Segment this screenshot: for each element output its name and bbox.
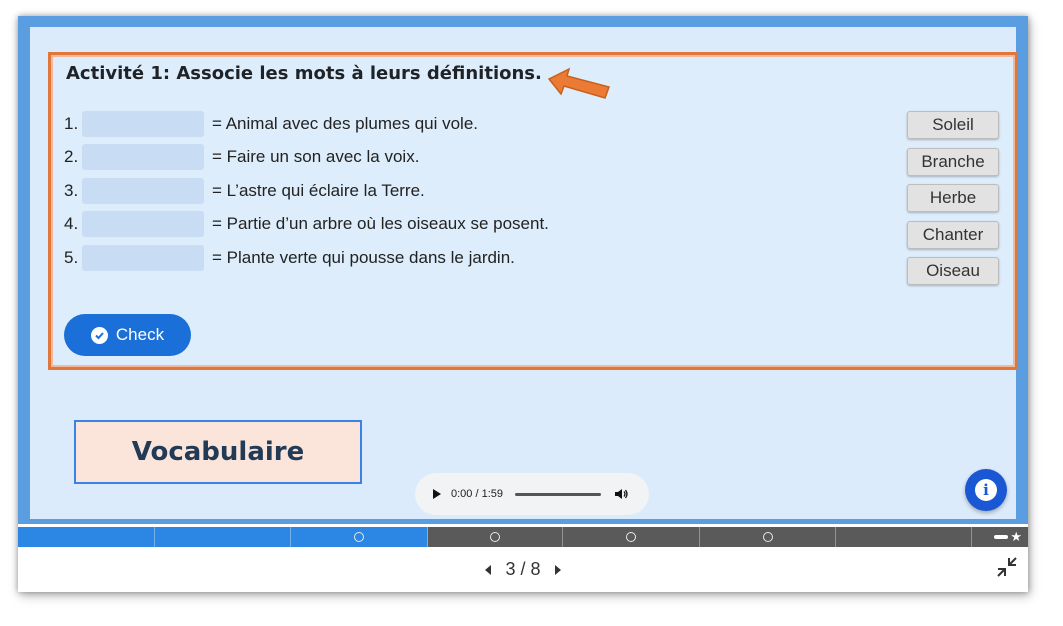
bar-icon [994, 535, 1009, 539]
list-item: 4. = Partie d’un arbre où les oiseaux se… [64, 208, 549, 242]
drop-zone[interactable] [82, 211, 204, 238]
check-label: Check [115, 325, 165, 344]
draggable-word-chanter[interactable]: Chanter [907, 220, 999, 249]
definition-list: 1. = Animal avec des plumes qui vole. 2.… [64, 107, 549, 275]
activity-panel: Activité 1: Associe les mots à leurs déf… [48, 52, 1018, 370]
star-icon: ★ [1010, 529, 1022, 545]
info-button[interactable]: i [965, 469, 1007, 511]
progress-segment-8[interactable]: ★ [972, 527, 1028, 547]
item-number: 2. [64, 147, 79, 167]
word-bank: Soleil Branche Herbe Chanter Oiseau [907, 111, 999, 294]
presentation-frame: Activité 1: Associe les mots à leurs déf… [18, 16, 1028, 592]
list-item: 3. = L’astre qui éclaire la Terre. [64, 174, 549, 208]
audio-seek-bar[interactable] [515, 492, 601, 496]
previous-slide-icon[interactable] [485, 564, 492, 575]
definition-text: = L’astre qui éclaire la Terre. [212, 180, 425, 200]
slide-content: Activité 1: Associe les mots à leurs déf… [30, 27, 1018, 519]
circle-icon [762, 532, 773, 542]
next-slide-icon[interactable] [554, 564, 561, 575]
definition-text: = Plante verte qui pousse dans le jardin… [212, 247, 515, 267]
activity-title: Activité 1: Associe les mots à leurs déf… [66, 63, 542, 84]
slide-navigation: 3 / 8 [18, 547, 1028, 592]
circle-icon [490, 532, 500, 542]
collapse-icon[interactable] [996, 556, 1018, 578]
progress-segment-7[interactable] [836, 527, 972, 547]
drop-zone[interactable] [82, 144, 204, 171]
definition-text: = Animal avec des plumes qui vole. [212, 113, 479, 133]
item-number: 3. [64, 180, 79, 200]
list-item: 2. = Faire un son avec la voix. [64, 141, 549, 175]
draggable-word-herbe[interactable]: Herbe [907, 184, 999, 212]
progress-segment-5[interactable] [563, 527, 700, 547]
slide-progress-bar: ★ [18, 527, 1028, 547]
info-icon: i [975, 479, 997, 501]
draggable-word-oiseau[interactable]: Oiseau [907, 257, 999, 285]
definition-text: = Partie d’un arbre où les oiseaux se po… [212, 214, 549, 234]
progress-segment-1[interactable] [18, 527, 155, 547]
audio-player: 0:00 / 1:59 [415, 473, 649, 515]
progress-segment-4[interactable] [428, 527, 563, 547]
check-button[interactable]: Check [64, 314, 191, 356]
vocabulaire-button[interactable]: Vocabulaire [74, 420, 362, 484]
item-number: 5. [64, 247, 79, 267]
checkmark-circle-icon [90, 326, 108, 344]
drop-zone[interactable] [82, 110, 204, 137]
circle-icon [354, 532, 364, 542]
page-indicator: 3 / 8 [505, 559, 541, 579]
circle-icon [626, 532, 636, 542]
item-number: 4. [64, 214, 79, 234]
volume-icon[interactable] [615, 488, 629, 500]
list-item: 1. = Animal avec des plumes qui vole. [64, 107, 549, 141]
progress-segment-2[interactable] [155, 527, 291, 547]
drop-zone[interactable] [82, 177, 204, 204]
progress-segment-6[interactable] [700, 527, 836, 547]
draggable-word-branche[interactable]: Branche [907, 147, 999, 176]
slide-stage: Activité 1: Associe les mots à leurs déf… [18, 16, 1028, 524]
play-icon[interactable] [433, 489, 441, 499]
audio-time: 0:00 / 1:59 [451, 488, 503, 500]
draggable-word-soleil[interactable]: Soleil [907, 111, 999, 139]
drop-zone[interactable] [82, 244, 204, 271]
progress-segment-3[interactable] [291, 527, 428, 547]
arrow-pointing-left-icon [547, 67, 610, 99]
definition-text: = Faire un son avec la voix. [212, 147, 420, 167]
list-item: 5. = Plante verte qui pousse dans le jar… [64, 241, 549, 275]
item-number: 1. [64, 113, 79, 133]
